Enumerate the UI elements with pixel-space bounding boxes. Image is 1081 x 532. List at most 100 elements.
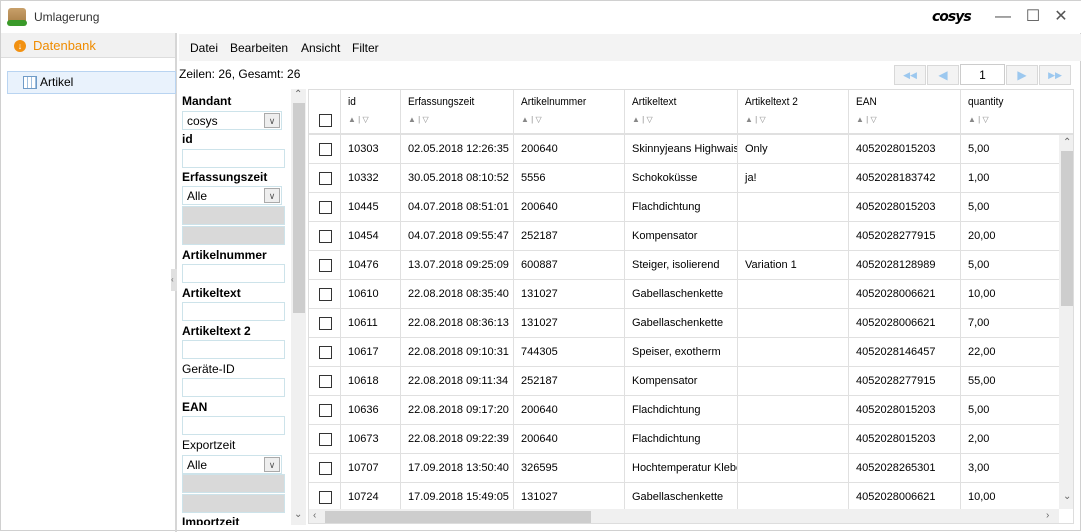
erfassungszeit-to-input[interactable] <box>182 226 285 245</box>
exportzeit-to-input[interactable] <box>182 494 285 513</box>
row-checkbox[interactable] <box>319 346 332 359</box>
prev-page-button[interactable]: ◀ <box>927 65 959 85</box>
table-row[interactable]: 10610 22.08.2018 08:35:40 131027 Gabellasch… <box>309 280 1059 309</box>
mandant-select[interactable]: cosys ∨ <box>182 111 282 130</box>
last-page-button[interactable]: ▶▶ <box>1039 65 1071 85</box>
artikeltext-filter-input[interactable] <box>182 302 285 321</box>
table-cell <box>737 367 848 396</box>
filter-panel: Mandant cosys ∨ id Erfassungszeit Alle ∨ A… <box>178 89 291 525</box>
row-checkbox[interactable] <box>319 288 332 301</box>
scroll-down-icon[interactable]: ⌄ <box>294 509 302 520</box>
table-row[interactable]: 10673 22.08.2018 09:22:39 200640 Flachdicht… <box>309 425 1059 454</box>
menu-bearbeiten[interactable]: Bearbeiten <box>230 41 288 55</box>
close-button[interactable]: ✕ <box>1051 7 1071 27</box>
table-cell: Steiger, isolierend <box>624 251 737 280</box>
chevron-down-icon[interactable]: ∨ <box>264 113 280 128</box>
table-row[interactable]: 10445 04.07.2018 08:51:01 200640 Flachdicht… <box>309 193 1059 222</box>
sort-icon[interactable]: ▲ | ▽ <box>968 115 989 124</box>
horizontal-scrollbar[interactable]: ‹ › <box>309 509 1059 523</box>
row-checkbox[interactable] <box>319 201 332 214</box>
first-page-button[interactable]: ◀◀ <box>894 65 926 85</box>
sort-icon[interactable]: ▲ | ▽ <box>348 115 369 124</box>
sort-icon[interactable]: ▲ | ▽ <box>632 115 653 124</box>
row-checkbox[interactable] <box>319 491 332 504</box>
scroll-up-icon[interactable]: ⌃ <box>1063 137 1071 148</box>
table-cell: Schokoküsse <box>624 164 737 193</box>
table-cell: 4052028015203 <box>848 425 960 454</box>
table-row[interactable]: 10636 22.08.2018 09:17:20 200640 Flachdicht… <box>309 396 1059 425</box>
filter-scroll-thumb[interactable] <box>293 103 305 313</box>
menu-datei[interactable]: Datei <box>190 41 218 55</box>
row-checkbox[interactable] <box>319 404 332 417</box>
table-cell: Gabellaschenkette <box>624 483 737 512</box>
column-header[interactable]: id ▲ | ▽ <box>340 90 400 135</box>
geraete-id-filter-input[interactable] <box>182 378 285 397</box>
artikelnummer-filter-input[interactable] <box>182 264 285 283</box>
row-checkbox[interactable] <box>319 172 332 185</box>
column-header[interactable]: Artikeltext 2 ▲ | ▽ <box>737 90 848 135</box>
exportzeit-label: Exportzeit <box>182 438 236 452</box>
erfassungszeit-from-input[interactable] <box>182 206 285 225</box>
row-checkbox[interactable] <box>319 143 332 156</box>
chevron-down-icon[interactable]: ∨ <box>264 457 280 472</box>
minimize-button[interactable]: — <box>993 7 1013 27</box>
column-header[interactable]: EAN ▲ | ▽ <box>848 90 960 135</box>
vertical-scrollbar[interactable]: ⌃ ⌄ <box>1059 135 1073 509</box>
artikeltext2-filter-input[interactable] <box>182 340 285 359</box>
erfassungszeit-label: Erfassungszeit <box>182 170 268 184</box>
sort-icon[interactable]: ▲ | ▽ <box>745 115 766 124</box>
horizontal-scroll-thumb[interactable] <box>325 511 591 523</box>
ean-filter-input[interactable] <box>182 416 285 435</box>
collapse-handle[interactable]: ‹ <box>171 269 177 291</box>
datenbank-header[interactable]: ↓ Datenbank <box>1 33 175 58</box>
column-header[interactable]: quantity ▲ | ▽ <box>960 90 1060 135</box>
table-row[interactable]: 10611 22.08.2018 08:36:13 131027 Gabellasch… <box>309 309 1059 338</box>
table-cell <box>737 193 848 222</box>
row-checkbox[interactable] <box>319 317 332 330</box>
table-cell: 10610 <box>340 280 400 309</box>
erfassungszeit-select[interactable]: Alle ∨ <box>182 186 282 205</box>
row-checkbox[interactable] <box>319 462 332 475</box>
table-row[interactable]: 10476 13.07.2018 09:25:09 600887 Steiger, i… <box>309 251 1059 280</box>
row-checkbox[interactable] <box>319 230 332 243</box>
filter-scrollbar[interactable]: ⌃ ⌄ <box>291 89 306 525</box>
table-row[interactable]: 10618 22.08.2018 09:11:34 252187 Kompensato… <box>309 367 1059 396</box>
maximize-button[interactable]: ☐ <box>1023 7 1043 27</box>
column-header-label: EAN <box>856 96 877 108</box>
exportzeit-from-input[interactable] <box>182 474 285 493</box>
table-row[interactable]: 10454 04.07.2018 09:55:47 252187 Kompensato… <box>309 222 1059 251</box>
vertical-scroll-thumb[interactable] <box>1061 151 1073 306</box>
table-cell: Variation 1 <box>737 251 848 280</box>
row-checkbox[interactable] <box>319 375 332 388</box>
table-row[interactable]: 10303 02.05.2018 12:26:35 200640 Skinnyjean… <box>309 135 1059 164</box>
sort-icon[interactable]: ▲ | ▽ <box>521 115 542 124</box>
menu-filter[interactable]: Filter <box>352 41 379 55</box>
row-checkbox[interactable] <box>319 433 332 446</box>
select-all-checkbox[interactable] <box>319 114 332 127</box>
chevron-down-icon[interactable]: ∨ <box>264 188 280 203</box>
scroll-down-icon[interactable]: ⌄ <box>1063 491 1071 502</box>
table-cell: 4052028015203 <box>848 396 960 425</box>
exportzeit-select[interactable]: Alle ∨ <box>182 455 282 474</box>
menu-ansicht[interactable]: Ansicht <box>301 41 340 55</box>
column-header[interactable]: Artikelnummer ▲ | ▽ <box>513 90 624 135</box>
scroll-left-icon[interactable]: ‹ <box>313 510 316 521</box>
table-cell <box>737 454 848 483</box>
sidebar-item-artikel[interactable]: Artikel <box>7 71 176 94</box>
column-header[interactable]: Artikeltext ▲ | ▽ <box>624 90 737 135</box>
next-page-button[interactable]: ▶ <box>1006 65 1038 85</box>
table-row[interactable]: 10724 17.09.2018 15:49:05 131027 Gabellasch… <box>309 483 1059 512</box>
row-checkbox[interactable] <box>319 259 332 272</box>
table-cell: 200640 <box>513 425 624 454</box>
column-header-label: Artikeltext <box>632 96 677 108</box>
page-input[interactable]: 1 <box>960 64 1005 85</box>
scroll-right-icon[interactable]: › <box>1046 510 1049 521</box>
sort-icon[interactable]: ▲ | ▽ <box>408 115 429 124</box>
sort-icon[interactable]: ▲ | ▽ <box>856 115 877 124</box>
scroll-up-icon[interactable]: ⌃ <box>294 89 302 100</box>
column-header[interactable]: Erfassungszeit ▲ | ▽ <box>400 90 513 135</box>
table-row[interactable]: 10617 22.08.2018 09:10:31 744305 Speiser, e… <box>309 338 1059 367</box>
table-row[interactable]: 10332 30.05.2018 08:10:52 5556 Schokoküsse j… <box>309 164 1059 193</box>
id-filter-input[interactable] <box>182 149 285 168</box>
table-row[interactable]: 10707 17.09.2018 13:50:40 326595 Hochtemper… <box>309 454 1059 483</box>
